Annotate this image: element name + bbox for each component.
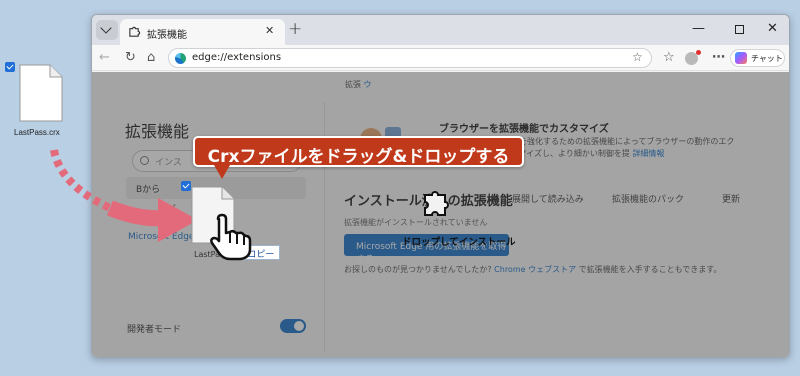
puzzle-drop-icon — [424, 191, 449, 216]
copilot-label: チャット — [751, 54, 783, 63]
back-arrow-icon[interactable]: ← — [99, 50, 110, 65]
copilot-chat-button[interactable]: チャット — [730, 49, 785, 67]
new-tab-button[interactable]: + — [288, 19, 302, 39]
desktop-file-checkbox[interactable] — [5, 62, 15, 72]
tab-bar: 拡張機能 ✕ + — ✕ — [92, 15, 789, 45]
hand-pointer-icon — [210, 213, 252, 261]
address-bar[interactable]: edge://extensions ☆ — [168, 48, 652, 68]
maximize-button[interactable] — [735, 25, 744, 34]
url-text: edge://extensions — [192, 52, 282, 63]
toolbar: ← ↻ ⌂ edge://extensions ☆ ☆ ⋯ チャット — [92, 45, 789, 71]
drop-to-install-label: ドロップしてインストール — [402, 237, 516, 248]
chevron-down-icon — [100, 22, 112, 34]
home-icon[interactable]: ⌂ — [147, 50, 155, 65]
close-window-button[interactable]: ✕ — [767, 21, 778, 36]
favorites-icon[interactable]: ☆ — [663, 50, 675, 65]
callout-tail — [214, 165, 230, 179]
edge-logo-icon — [175, 53, 186, 64]
tab-title: 拡張機能 — [147, 30, 187, 41]
desktop-file-label: LastPass.crx — [14, 128, 60, 137]
tab-extensions[interactable]: 拡張機能 ✕ — [120, 19, 285, 45]
favorite-star-icon[interactable]: ☆ — [632, 50, 643, 64]
minimize-button[interactable]: — — [692, 21, 705, 36]
tab-list-button[interactable] — [96, 20, 118, 40]
notification-dot — [696, 50, 701, 55]
copilot-icon — [735, 52, 747, 64]
puzzle-icon — [129, 26, 141, 37]
reload-icon[interactable]: ↻ — [125, 50, 136, 65]
instruction-callout: Crxファイルをドラッグ&ドロップする — [193, 136, 524, 167]
desktop-crx-file-icon[interactable] — [18, 64, 64, 122]
tab-close-icon[interactable]: ✕ — [265, 24, 274, 37]
more-menu-icon[interactable]: ⋯ — [712, 50, 725, 65]
